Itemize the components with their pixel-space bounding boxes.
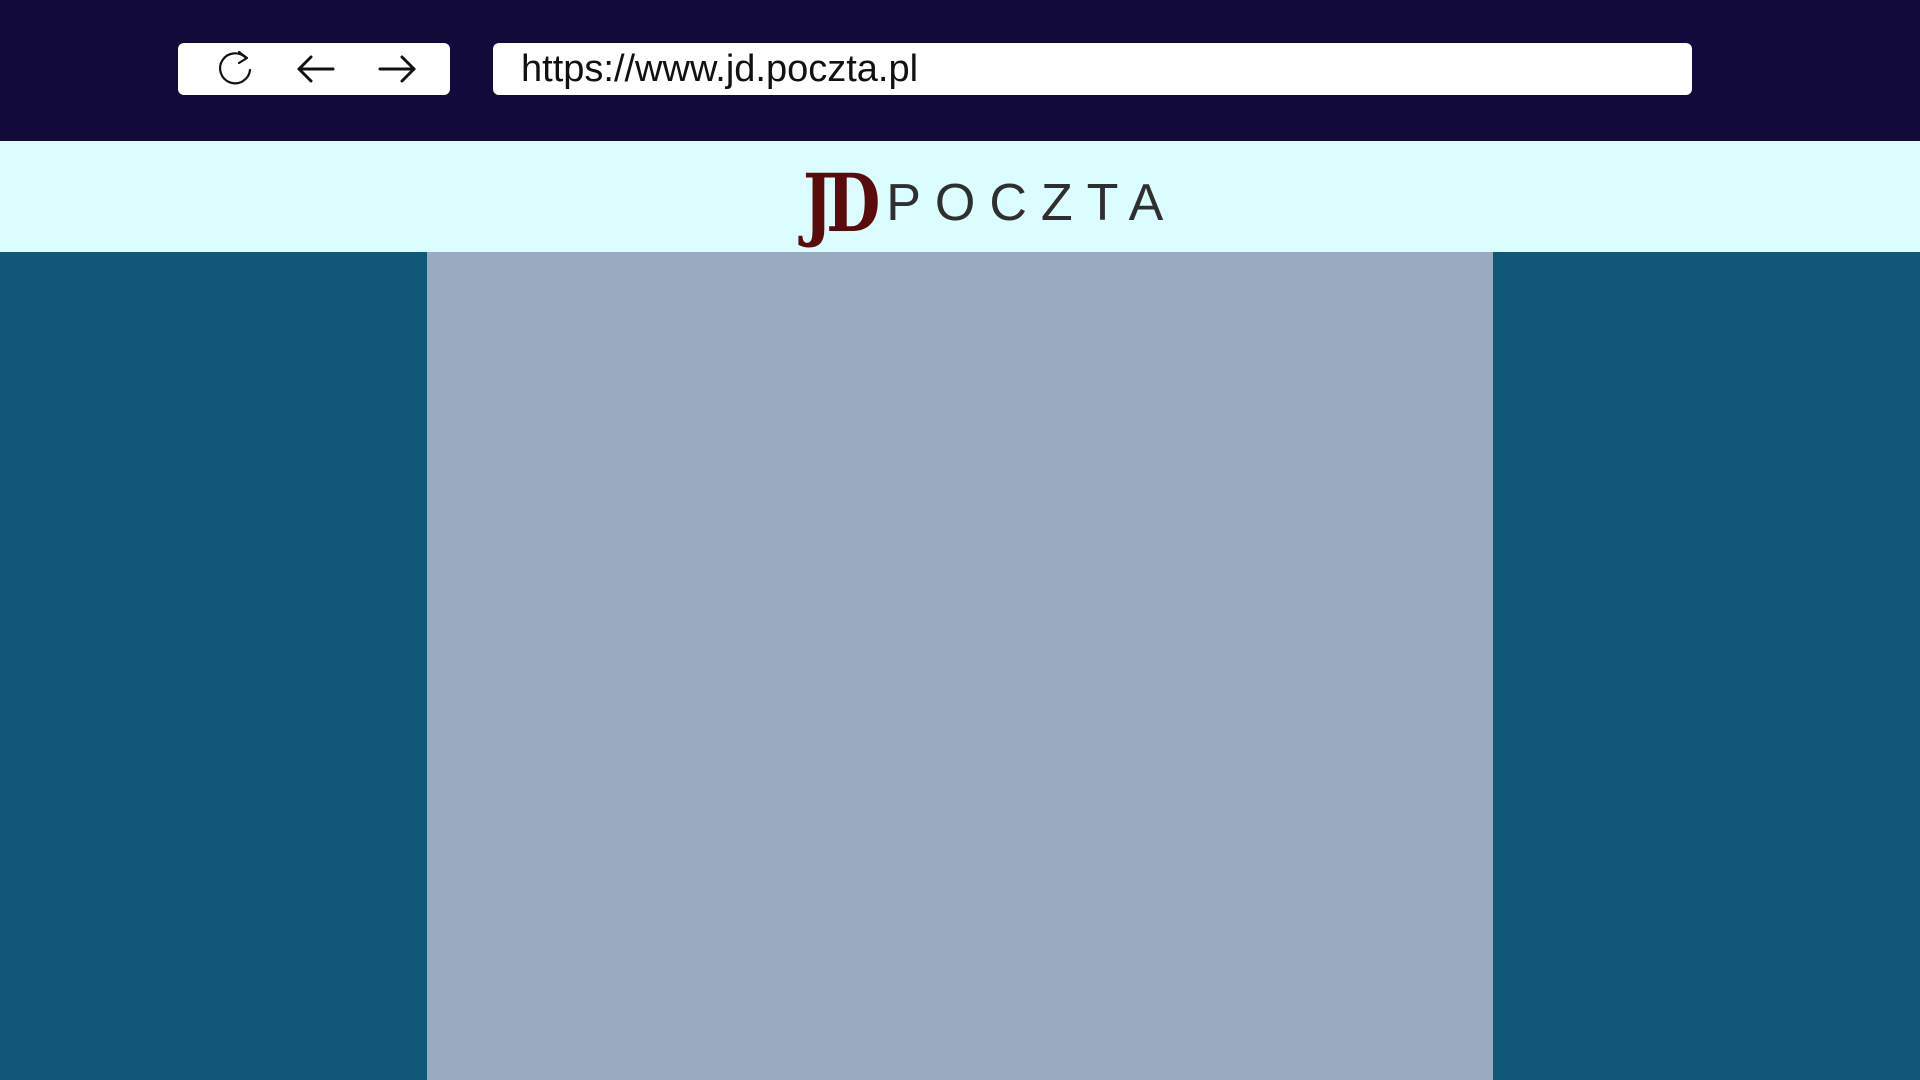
back-button[interactable] [286, 43, 346, 95]
navigation-controls [178, 43, 450, 95]
forward-button[interactable] [367, 43, 427, 95]
arrow-left-icon [295, 52, 337, 86]
url-text: https://www.jd.poczta.pl [521, 47, 919, 90]
address-bar[interactable]: https://www.jd.poczta.pl [493, 43, 1692, 95]
logo-word: POCZTA [886, 174, 1178, 232]
site-header: JD POCZTA [0, 141, 1920, 252]
reload-button[interactable] [206, 43, 266, 95]
arrow-right-icon [376, 52, 418, 86]
main-content-panel [427, 252, 1493, 1080]
logo-mark: JD [803, 156, 880, 250]
site-logo[interactable]: JD POCZTA [803, 153, 1177, 243]
reload-icon [215, 48, 257, 90]
browser-toolbar: https://www.jd.poczta.pl [0, 0, 1920, 141]
page: https://www.jd.poczta.pl JD POCZTA [0, 0, 1920, 1080]
